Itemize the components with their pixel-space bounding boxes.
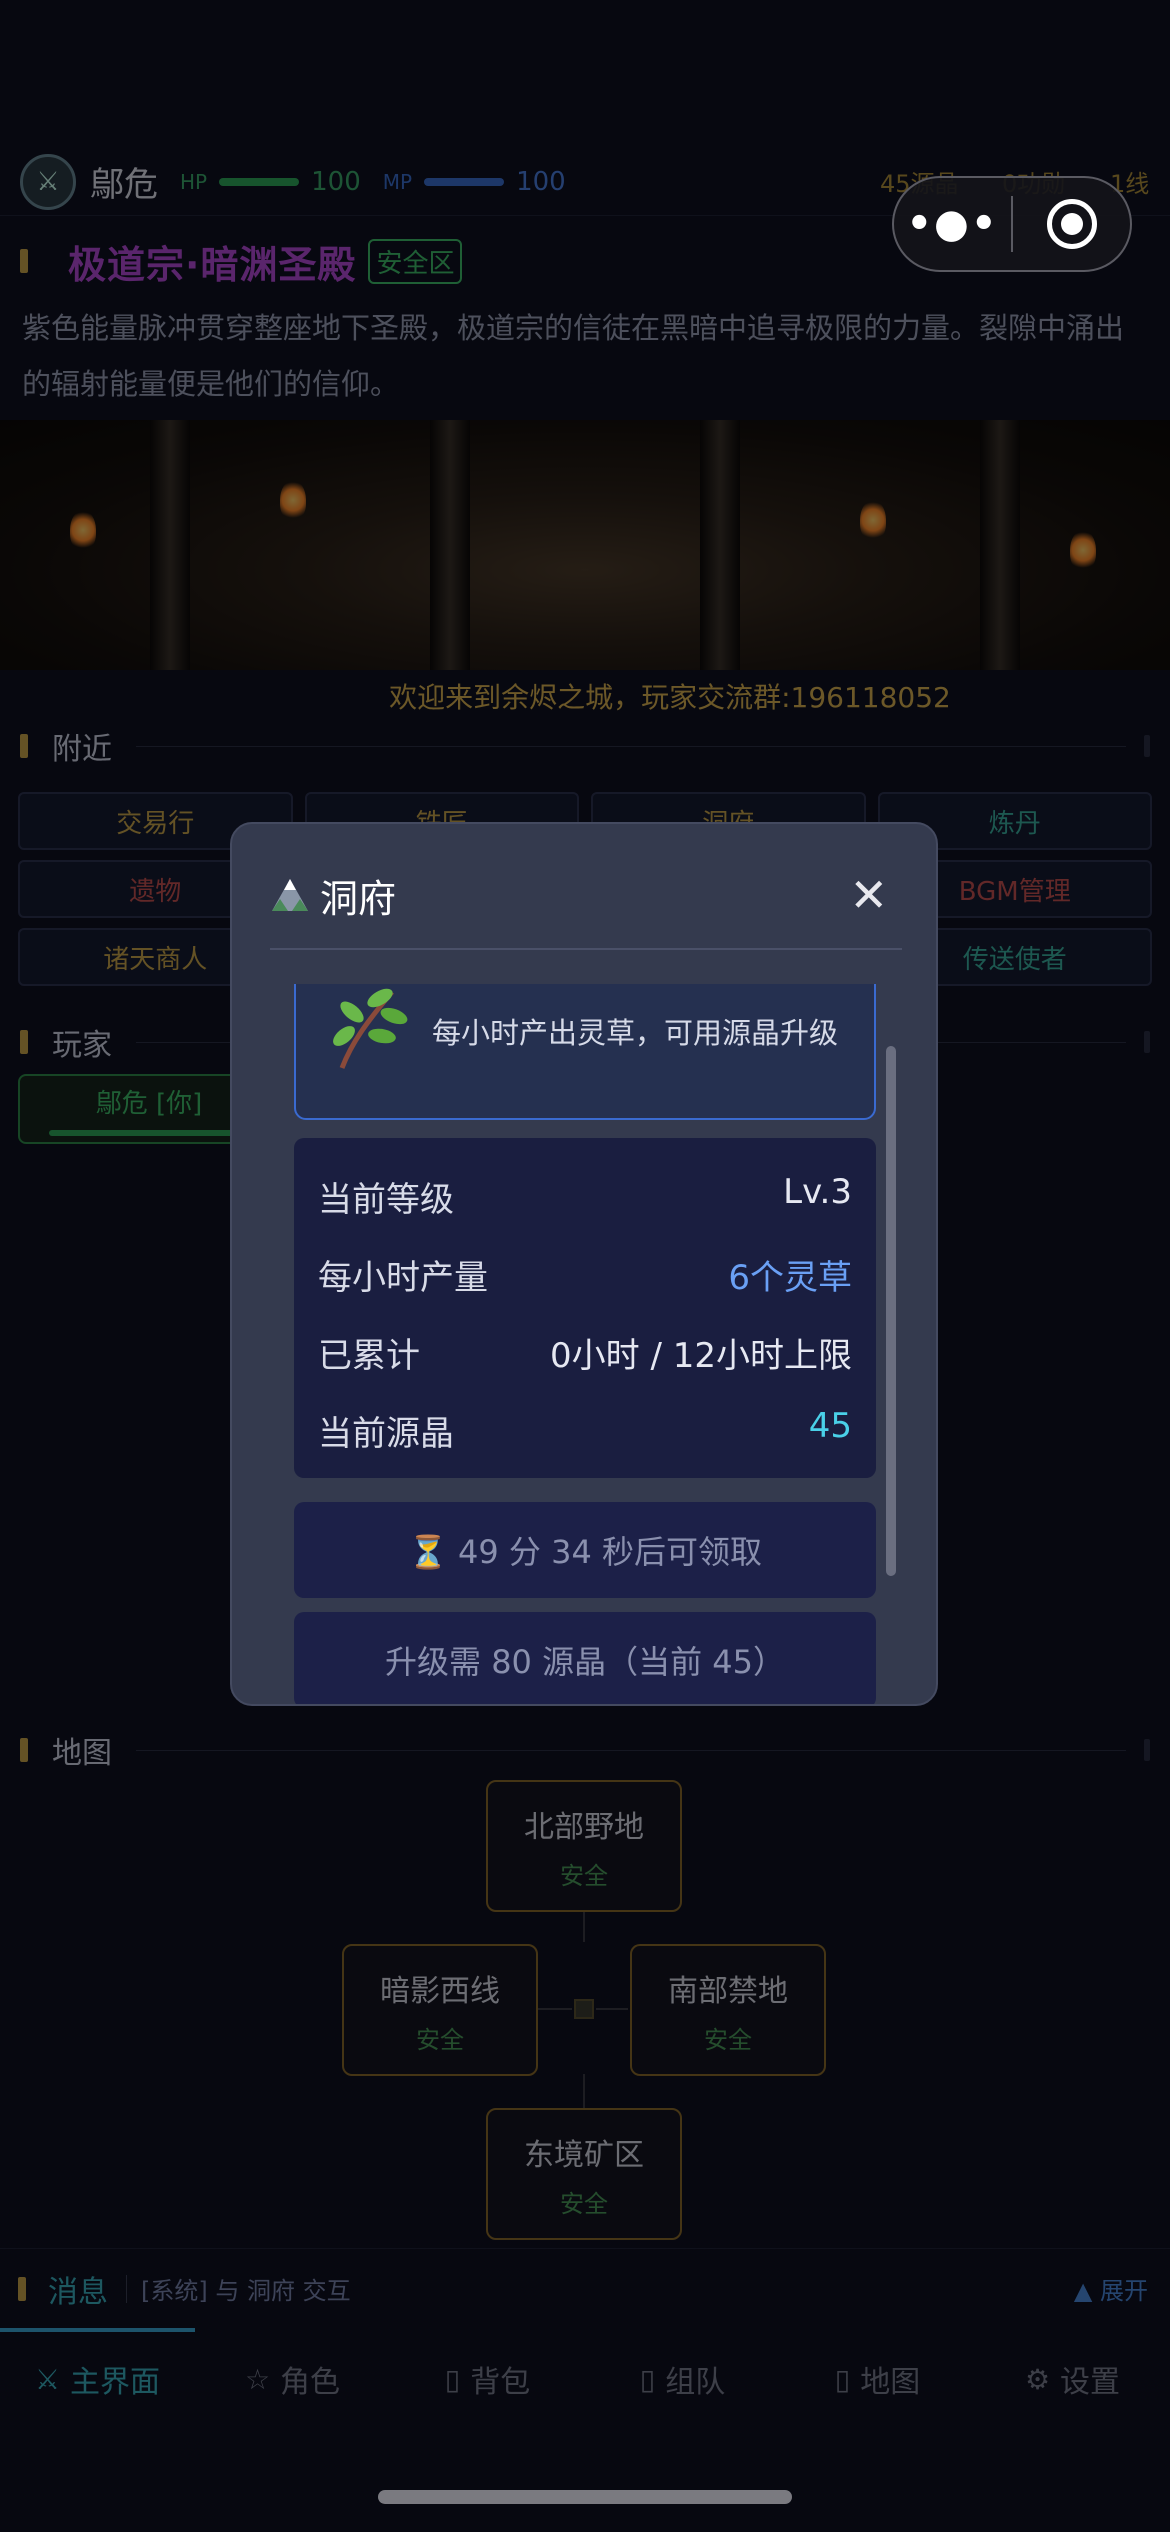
cave-dwelling-modal: 洞府 ✕ 每小时产出灵草，可用源晶升级 当前等级 Lv.3 每小时产量 6个灵草… <box>230 822 938 1706</box>
close-icon[interactable]: ✕ <box>849 868 888 922</box>
herb-icon <box>333 988 408 1069</box>
close-miniprogram-button[interactable] <box>1013 199 1130 249</box>
stats-card: 当前等级 Lv.3 每小时产量 6个灵草 已累计 0小时 / 12小时上限 当前… <box>294 1138 876 1478</box>
target-icon <box>1046 199 1097 249</box>
home-indicator[interactable] <box>378 2490 792 2504</box>
mountain-icon <box>272 879 308 911</box>
modal-scrollbar[interactable] <box>886 1046 896 1576</box>
upgrade-button[interactable]: 升级需 80 源晶（当前 45） <box>294 1612 876 1704</box>
modal-divider <box>270 948 902 950</box>
miniprogram-capsule: •●• <box>892 176 1132 272</box>
stat-row-output: 每小时产量 6个灵草 <box>318 1258 852 1298</box>
stat-row-crystals: 当前源晶 45 <box>318 1406 852 1454</box>
feature-card: 每小时产出灵草，可用源晶升级 <box>294 984 876 1120</box>
more-dots-icon[interactable]: •●• <box>894 201 1011 247</box>
stat-row-level: 当前等级 Lv.3 <box>318 1172 852 1220</box>
collect-button[interactable]: ⏳ 49 分 34 秒后可领取 <box>294 1502 876 1598</box>
modal-header: 洞府 ✕ <box>270 860 900 930</box>
stat-row-accumulated: 已累计 0小时 / 12小时上限 <box>318 1336 852 1376</box>
app-root: ⚔ 鄔危 HP 100 MP 100 45源晶 0功勋 1线 极道宗·暗渊圣殿 … <box>0 0 1170 2532</box>
modal-title: 洞府 <box>320 876 397 921</box>
modal-scroll-area[interactable]: 每小时产出灵草，可用源晶升级 当前等级 Lv.3 每小时产量 6个灵草 已累计 … <box>232 984 936 1704</box>
feature-description: 每小时产出灵草，可用源晶升级 <box>432 1016 839 1050</box>
